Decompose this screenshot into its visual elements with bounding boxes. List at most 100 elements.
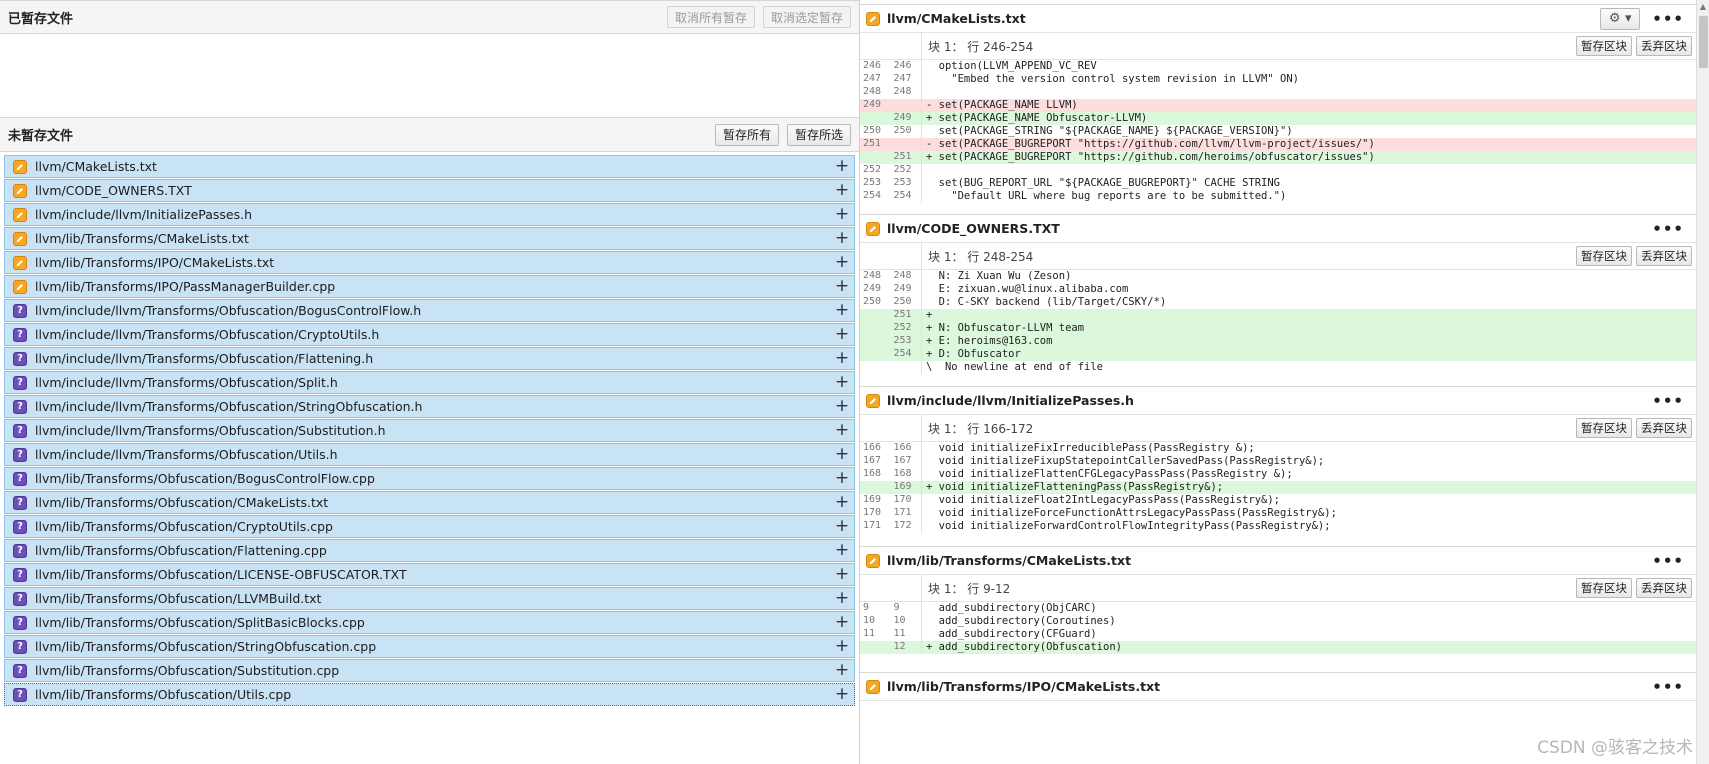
added-line[interactable]: + N: Obfuscator-LLVM team xyxy=(922,322,1696,335)
staged-files-list[interactable] xyxy=(0,34,859,118)
added-line[interactable]: + E: heroims@163.com xyxy=(922,335,1696,348)
stage-hunk-button[interactable]: 暂存区块 xyxy=(1576,578,1632,598)
stage-file-plus-icon[interactable]: + xyxy=(834,661,850,679)
file-row[interactable]: ? llvm/lib/Transforms/Obfuscation/SplitBa… xyxy=(4,611,855,634)
context-line[interactable]: add_subdirectory(CFGuard) xyxy=(922,628,1696,641)
scroll-up-icon[interactable]: ▲ xyxy=(1697,0,1709,13)
file-row[interactable]: ? llvm/lib/Transforms/Obfuscation/LLVMBui… xyxy=(4,587,855,610)
unstage-selected-button[interactable]: 取消选定暂存 xyxy=(762,6,851,28)
file-row[interactable]: llvm/CMakeLists.txt + xyxy=(4,155,855,178)
diff-scrollbar[interactable]: ▲ xyxy=(1696,0,1709,764)
added-line[interactable]: + set(PACKAGE_NAME Obfuscator-LLVM) xyxy=(922,112,1696,125)
context-line[interactable]: \ No newline at end of file xyxy=(922,361,1696,374)
added-line[interactable]: + add_subdirectory(Obfuscation) xyxy=(922,641,1696,654)
stage-file-plus-icon[interactable]: + xyxy=(834,637,850,655)
file-row[interactable]: llvm/CODE_OWNERS.TXT + xyxy=(4,179,855,202)
stage-all-button[interactable]: 暂存所有 xyxy=(714,123,779,146)
added-line[interactable]: + set(PACKAGE_BUGREPORT "https://github.… xyxy=(922,151,1696,164)
stage-file-plus-icon[interactable]: + xyxy=(834,397,850,415)
stage-file-plus-icon[interactable]: + xyxy=(834,205,850,223)
stage-selected-button[interactable]: 暂存所选 xyxy=(786,123,851,146)
discard-hunk-button[interactable]: 丢弃区块 xyxy=(1636,36,1692,56)
stage-file-plus-icon[interactable]: + xyxy=(834,445,850,463)
file-row[interactable]: ? llvm/lib/Transforms/Obfuscation/Flatten… xyxy=(4,539,855,562)
more-options-icon[interactable]: ••• xyxy=(1646,392,1690,410)
more-options-icon[interactable]: ••• xyxy=(1646,10,1690,28)
file-row[interactable]: ? llvm/lib/Transforms/Obfuscation/BogusCo… xyxy=(4,467,855,490)
file-row[interactable]: ? llvm/lib/Transforms/Obfuscation/LICENSE… xyxy=(4,563,855,586)
file-row[interactable]: llvm/lib/Transforms/IPO/PassManagerBuild… xyxy=(4,275,855,298)
line-numbers: 168 168 xyxy=(863,468,912,479)
context-line[interactable]: set(PACKAGE_STRING "${PACKAGE_NAME} ${PA… xyxy=(922,125,1696,138)
stage-file-plus-icon[interactable]: + xyxy=(834,685,850,703)
context-line[interactable]: void initializeForceFunctionAttrsLegacyP… xyxy=(922,507,1696,520)
stage-file-plus-icon[interactable]: + xyxy=(834,517,850,535)
stage-file-plus-icon[interactable]: + xyxy=(834,469,850,487)
file-row[interactable]: llvm/lib/Transforms/CMakeLists.txt + xyxy=(4,227,855,250)
deleted-line[interactable]: - set(PACKAGE_NAME LLVM) xyxy=(922,99,1696,112)
more-options-icon[interactable]: ••• xyxy=(1646,678,1690,696)
context-line[interactable]: set(BUG_REPORT_URL "${PACKAGE_BUGREPORT}… xyxy=(922,177,1696,190)
deleted-line[interactable]: - set(PACKAGE_BUGREPORT "https://github.… xyxy=(922,138,1696,151)
file-row[interactable]: ? llvm/include/llvm/Transforms/Obfuscatio… xyxy=(4,299,855,322)
stage-file-plus-icon[interactable]: + xyxy=(834,589,850,607)
file-row[interactable]: ? llvm/lib/Transforms/Obfuscation/CMakeLi… xyxy=(4,491,855,514)
context-line[interactable]: option(LLVM_APPEND_VC_REV xyxy=(922,60,1696,73)
file-row[interactable]: ? llvm/include/llvm/Transforms/Obfuscatio… xyxy=(4,419,855,442)
stage-file-plus-icon[interactable]: + xyxy=(834,373,850,391)
context-line[interactable]: add_subdirectory(Coroutines) xyxy=(922,615,1696,628)
discard-hunk-button[interactable]: 丢弃区块 xyxy=(1636,578,1692,598)
file-row[interactable]: ? llvm/include/llvm/Transforms/Obfuscatio… xyxy=(4,323,855,346)
settings-gear-icon[interactable]: ⚙ ▾ xyxy=(1600,7,1641,30)
stage-file-plus-icon[interactable]: + xyxy=(834,181,850,199)
stage-file-plus-icon[interactable]: + xyxy=(834,277,850,295)
stage-file-plus-icon[interactable]: + xyxy=(834,325,850,343)
file-row[interactable]: ? llvm/include/llvm/Transforms/Obfuscatio… xyxy=(4,443,855,466)
unstage-all-button[interactable]: 取消所有暂存 xyxy=(666,6,755,28)
file-row[interactable]: llvm/lib/Transforms/IPO/CMakeLists.txt + xyxy=(4,251,855,274)
context-line[interactable]: void initializeFlattenCFGLegacyPassPass(… xyxy=(922,468,1696,481)
more-options-icon[interactable]: ••• xyxy=(1646,552,1690,570)
stage-hunk-button[interactable]: 暂存区块 xyxy=(1576,246,1632,266)
file-row[interactable]: ? llvm/include/llvm/Transforms/Obfuscatio… xyxy=(4,395,855,418)
file-row[interactable]: ? llvm/include/llvm/Transforms/Obfuscatio… xyxy=(4,371,855,394)
file-row[interactable]: ? llvm/lib/Transforms/Obfuscation/Utils.c… xyxy=(4,683,855,706)
stage-file-plus-icon[interactable]: + xyxy=(834,565,850,583)
stage-file-plus-icon[interactable]: + xyxy=(834,421,850,439)
context-line[interactable] xyxy=(922,86,1696,99)
context-line[interactable]: void initializeFixIrreduciblePass(PassRe… xyxy=(922,442,1696,455)
line-numbers: 254 xyxy=(860,348,921,361)
context-line[interactable]: D: C-SKY backend (lib/Target/CSKY/*) xyxy=(922,296,1696,309)
stage-file-plus-icon[interactable]: + xyxy=(834,613,850,631)
context-line[interactable]: void initializeFloat2IntLegacyPassPass(P… xyxy=(922,494,1696,507)
stage-hunk-button[interactable]: 暂存区块 xyxy=(1576,36,1632,56)
added-line[interactable]: + xyxy=(922,309,1696,322)
context-line[interactable]: "Default URL where bug reports are to be… xyxy=(922,190,1696,203)
discard-hunk-button[interactable]: 丢弃区块 xyxy=(1636,418,1692,438)
stage-file-plus-icon[interactable]: + xyxy=(834,253,850,271)
scrollbar-thumb[interactable] xyxy=(1699,16,1708,68)
discard-hunk-button[interactable]: 丢弃区块 xyxy=(1636,246,1692,266)
more-options-icon[interactable]: ••• xyxy=(1646,220,1690,238)
context-line[interactable]: E: zixuan.wu@linux.alibaba.com xyxy=(922,283,1696,296)
file-row[interactable]: ? llvm/lib/Transforms/Obfuscation/Substit… xyxy=(4,659,855,682)
file-row[interactable]: ? llvm/lib/Transforms/Obfuscation/CryptoU… xyxy=(4,515,855,538)
context-line[interactable]: "Embed the version control system revisi… xyxy=(922,73,1696,86)
file-row[interactable]: ? llvm/lib/Transforms/Obfuscation/StringO… xyxy=(4,635,855,658)
stage-hunk-button[interactable]: 暂存区块 xyxy=(1576,418,1632,438)
context-line[interactable] xyxy=(922,164,1696,177)
stage-file-plus-icon[interactable]: + xyxy=(834,349,850,367)
stage-file-plus-icon[interactable]: + xyxy=(834,157,850,175)
stage-file-plus-icon[interactable]: + xyxy=(834,301,850,319)
stage-file-plus-icon[interactable]: + xyxy=(834,229,850,247)
added-line[interactable]: + D: Obfuscator xyxy=(922,348,1696,361)
context-line[interactable]: void initializeFixupStatepointCallerSave… xyxy=(922,455,1696,468)
file-row[interactable]: llvm/include/llvm/InitializePasses.h + xyxy=(4,203,855,226)
context-line[interactable]: void initializeForwardControlFlowIntegri… xyxy=(922,520,1696,533)
context-line[interactable]: add_subdirectory(ObjCARC) xyxy=(922,602,1696,615)
stage-file-plus-icon[interactable]: + xyxy=(834,493,850,511)
stage-file-plus-icon[interactable]: + xyxy=(834,541,850,559)
file-row[interactable]: ? llvm/include/llvm/Transforms/Obfuscatio… xyxy=(4,347,855,370)
added-line[interactable]: + void initializeFlatteningPass(PassRegi… xyxy=(922,481,1696,494)
context-line[interactable]: N: Zi Xuan Wu (Zeson) xyxy=(922,270,1696,283)
